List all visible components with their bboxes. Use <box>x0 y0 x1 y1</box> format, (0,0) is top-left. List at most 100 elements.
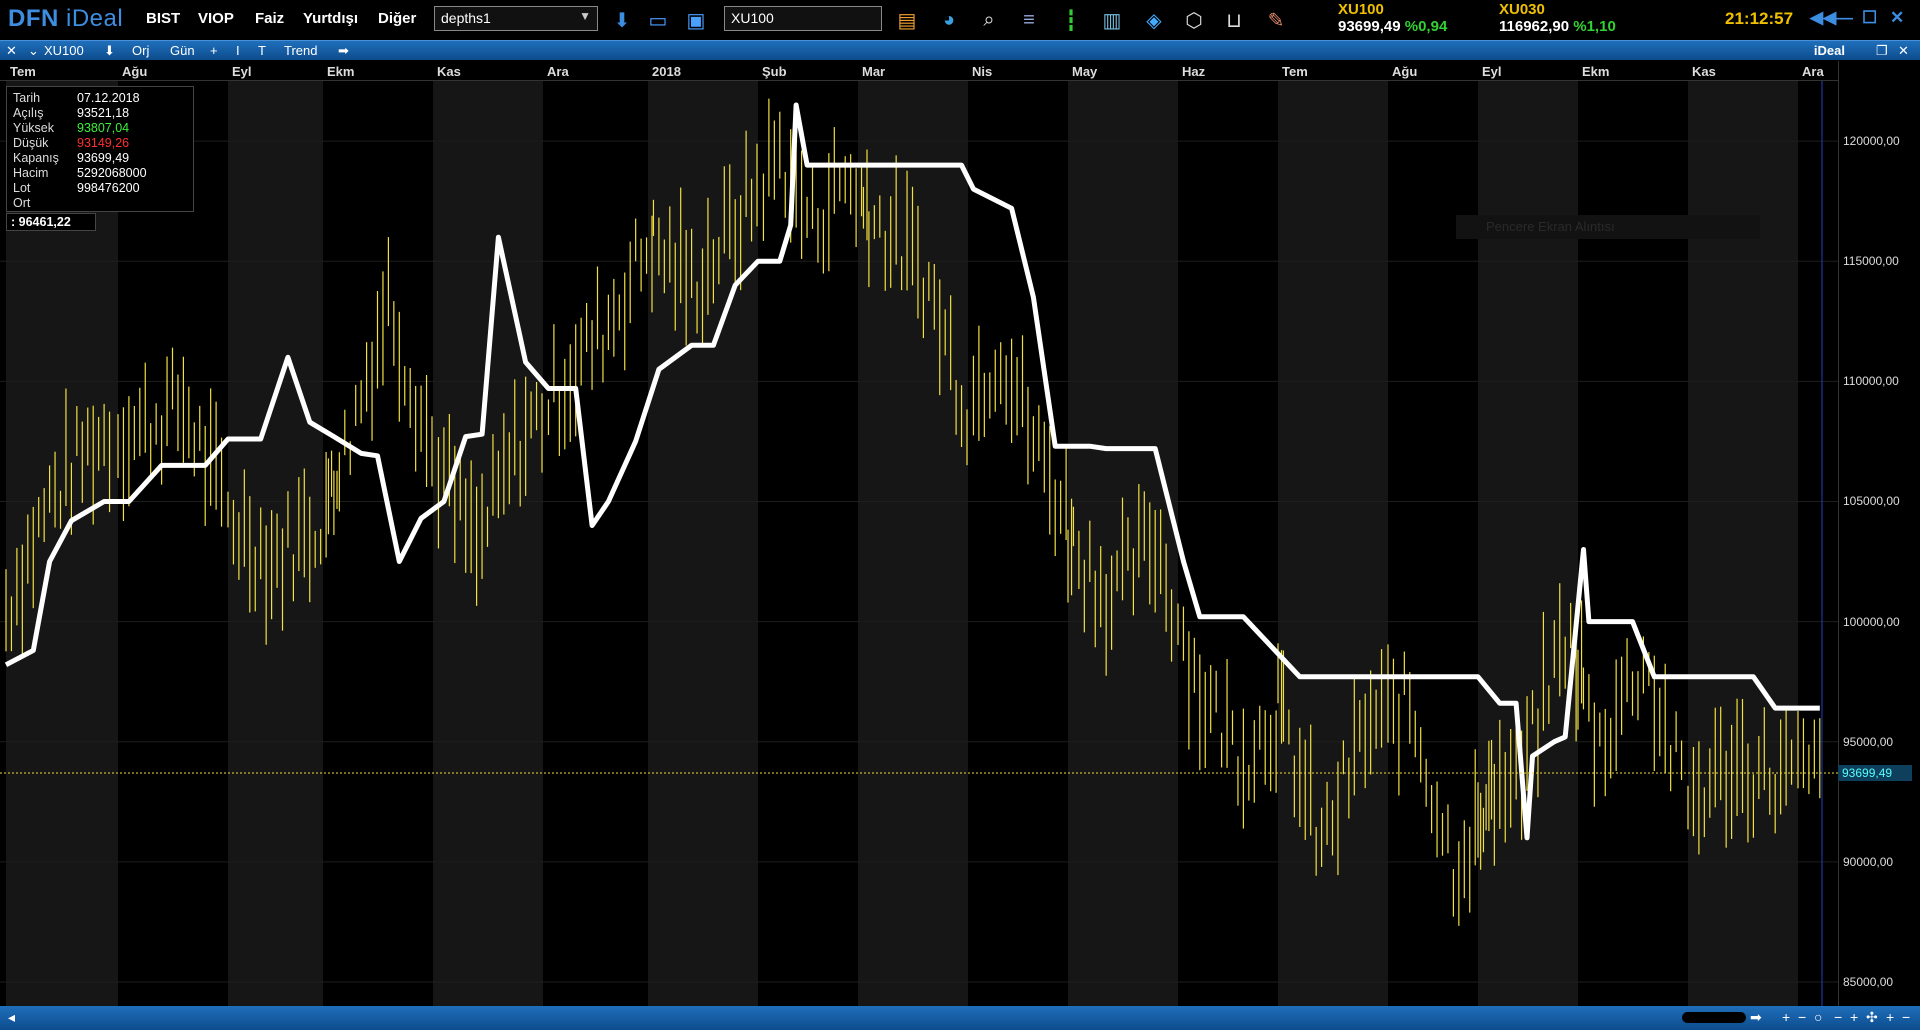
chevron-down-icon[interactable]: ⌄ <box>28 43 39 59</box>
info-key: Kapanış <box>13 151 59 165</box>
brush-icon[interactable]: ✎ <box>1262 6 1290 34</box>
chart-toolbar: ✕ ⌄ XU100 ⬇ Orj Gün + I T Trend ➡ iDeal … <box>0 40 1920 60</box>
text-icon[interactable]: T <box>258 43 266 58</box>
save-icon[interactable]: ▭ <box>644 6 672 34</box>
time-axis-label: Ağu <box>122 64 148 79</box>
menu-yurtdisi[interactable]: Yurtdışı <box>303 10 358 27</box>
menu-diger[interactable]: Diğer <box>378 10 416 27</box>
zoom-out-icon[interactable]: − <box>1902 1009 1910 1025</box>
info-value: 07.12.2018 <box>77 91 140 105</box>
period-button[interactable]: Gün <box>170 43 195 58</box>
price-axis-label: 100000,00 <box>1843 614 1900 629</box>
minimize-button[interactable]: — <box>1836 8 1853 28</box>
restore-icon[interactable]: ❐ <box>1876 43 1888 59</box>
download-icon[interactable]: ⬇ <box>608 6 636 34</box>
quote-xu030[interactable]: XU030 116962,90 %1,10 <box>1499 1 1616 35</box>
time-axis-label: Ara <box>1802 64 1824 79</box>
orj-button[interactable]: Orj <box>132 43 149 58</box>
notes-icon[interactable]: ▤ <box>893 6 921 34</box>
menu-faiz[interactable]: Faiz <box>255 10 284 27</box>
book-icon[interactable]: ◈ <box>1140 6 1168 34</box>
cube-icon[interactable]: ⬡ <box>1180 6 1208 34</box>
scroll-thumb[interactable] <box>1682 1012 1746 1023</box>
cursor-icon[interactable]: I <box>236 43 240 58</box>
time-axis-label: Ara <box>547 64 569 79</box>
clock: 21:12:57 <box>1725 9 1794 28</box>
time-axis-label: Eyl <box>1482 64 1502 79</box>
zoom-out-icon[interactable]: − <box>1834 1009 1842 1025</box>
top-menu-bar: DFN iDeal BIST VIOP Faiz Yurtdışı Diğer … <box>0 0 1920 40</box>
ohlc-info-panel: Tarih 07.12.2018 Açılış 93521,18 Yüksek 93807… <box>6 86 194 212</box>
month-band <box>648 81 758 1006</box>
zoom-out-icon[interactable]: − <box>1798 1009 1806 1025</box>
time-axis-label: Ekm <box>327 64 355 79</box>
price-axis-label: 120000,00 <box>1843 134 1900 149</box>
info-key: Ort <box>13 196 31 210</box>
zoom-in-icon[interactable]: + <box>1782 1009 1790 1025</box>
arrow-right-icon[interactable]: ➡ <box>1750 1009 1762 1026</box>
info-key: Lot <box>13 181 31 195</box>
last-price-label: 93699,49 <box>1838 764 1912 781</box>
monitor-icon[interactable]: ▣ <box>682 6 710 34</box>
close-icon[interactable]: ✕ <box>6 43 17 59</box>
info-row: Yüksek 93807,04 <box>13 121 129 136</box>
price-axis-label: 90000,00 <box>1843 854 1894 869</box>
time-axis-label: Şub <box>762 64 787 79</box>
info-value: 93521,18 <box>77 106 130 120</box>
scale-icon[interactable]: ✣ <box>1866 1009 1878 1026</box>
quote-change: %0,94 <box>1404 18 1448 35</box>
rewind-icon[interactable]: ◀◀ <box>1810 8 1836 28</box>
snip-watermark: Pencere Ekran Alıntısı <box>1456 215 1760 239</box>
app-logo: DFN iDeal <box>8 5 124 32</box>
menu-bist[interactable]: BIST <box>146 10 180 27</box>
layout-dropdown-value: depths1 <box>441 10 491 26</box>
info-row: Hacim 5292068000 <box>13 166 147 181</box>
info-value: 998476200 <box>77 181 140 195</box>
window-icon[interactable]: ▥ <box>1098 6 1126 34</box>
scroll-left-icon[interactable]: ◂ <box>8 1009 15 1026</box>
chevron-down-icon: ▼ <box>579 9 591 23</box>
info-row: Ort <box>13 196 77 211</box>
month-band <box>228 81 323 1006</box>
time-axis: Tem Ağu Eyl Ekm Kas Ara 2018 Şub Mar Nis May Haz Tem… <box>0 61 1838 81</box>
menu-viop[interactable]: VIOP <box>198 10 234 27</box>
layout-dropdown[interactable]: depths1 ▼ <box>434 6 598 31</box>
chart-symbol[interactable]: XU100 <box>44 43 84 58</box>
search-icon[interactable]: ⌕ <box>975 6 1003 34</box>
zoom-in-icon[interactable]: + <box>1886 1009 1894 1025</box>
arrow-down-icon[interactable]: ⬇ <box>104 43 115 59</box>
quote-name: XU030 <box>1499 1 1545 18</box>
quote-xu100[interactable]: XU100 93699,49 %0,94 <box>1338 1 1447 35</box>
arrow-right-icon[interactable]: ➡ <box>338 43 349 59</box>
zoom-in-icon[interactable]: + <box>1850 1009 1858 1025</box>
cart-icon[interactable]: ⊔ <box>1220 6 1248 34</box>
quote-value: 93699,49 <box>1338 18 1401 35</box>
info-value: 93149,26 <box>77 136 130 150</box>
trend-button[interactable]: Trend <box>284 43 317 58</box>
close-icon[interactable]: ✕ <box>1898 43 1909 59</box>
info-key: Tarih <box>13 91 41 105</box>
info-key: Hacim <box>13 166 49 180</box>
price-axis-label: 115000,00 <box>1843 254 1899 269</box>
bottom-scrollbar[interactable]: ◂ ➡ + − ○ − + ✣ + − <box>0 1006 1920 1030</box>
quote-change: %1,10 <box>1573 18 1616 35</box>
quote-value: 116962,90 <box>1499 18 1570 35</box>
zoom-reset-icon[interactable]: ○ <box>1814 1009 1822 1025</box>
plus-icon[interactable]: + <box>210 43 218 58</box>
symbol-input[interactable]: XU100 <box>724 6 882 31</box>
time-axis-label: Nis <box>972 64 993 79</box>
candlestick-icon[interactable]: ┇ <box>1057 6 1085 34</box>
info-value: 5292068000 <box>77 166 147 180</box>
price-axis-label: 110000,00 <box>1843 374 1899 389</box>
maximize-button[interactable]: ☐ <box>1862 8 1877 28</box>
close-button[interactable]: ✕ <box>1890 8 1904 28</box>
month-band <box>1278 81 1388 1006</box>
time-axis-label: May <box>1072 64 1098 79</box>
time-axis-label: 2018 <box>652 64 681 79</box>
info-row: Kapanış 93699,49 <box>13 151 129 166</box>
pie-chart-icon[interactable]: ◕ <box>935 6 963 34</box>
bar-list-icon[interactable]: ≡ <box>1015 6 1043 34</box>
quote-name: XU100 <box>1338 1 1384 18</box>
time-axis-label: Kas <box>437 64 461 79</box>
info-value: 93807,04 <box>77 121 130 135</box>
